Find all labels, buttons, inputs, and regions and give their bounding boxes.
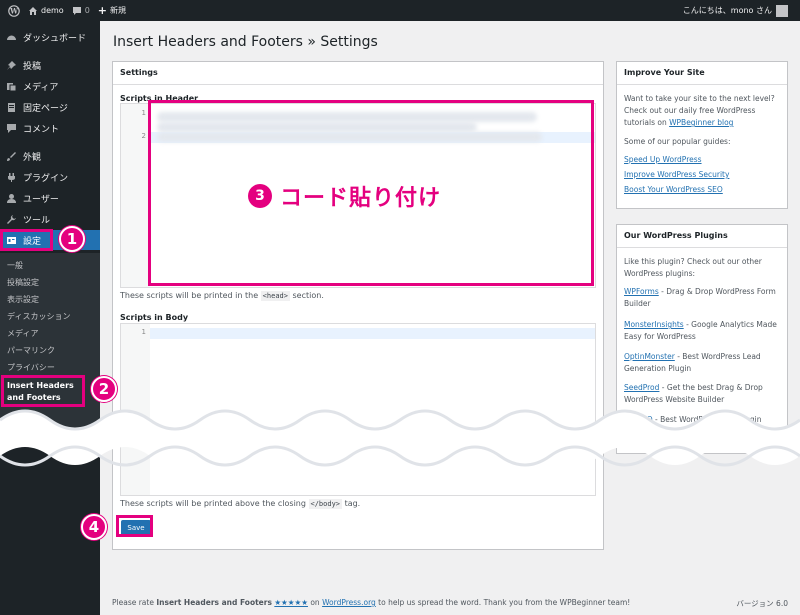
guide-link-security[interactable]: Improve WordPress Security [624, 170, 729, 179]
brush-icon [5, 150, 17, 162]
plugin-link[interactable]: SeedProd [624, 383, 659, 392]
sidebar-item-label: 投稿 [23, 61, 42, 72]
submenu-item-media[interactable]: メディア [7, 328, 38, 339]
plugin-item: WPForms - Drag & Drop WordPress Form Bui… [624, 287, 776, 308]
admin-bar: W demo 0 + 新規 こんにちは、mono さん [0, 0, 800, 21]
plugins-title: Our WordPress Plugins [624, 231, 728, 240]
sidebar-item-label: ダッシュボード [23, 33, 87, 44]
plugin-icon [5, 171, 17, 183]
version-text: バージョン 6.0 [736, 599, 788, 608]
user-icon [5, 192, 17, 204]
new-label: 新規 [110, 6, 126, 15]
sidebar-item-label: 外観 [23, 152, 42, 163]
wordpress-org-link[interactable]: WordPress.org [322, 598, 376, 607]
comment-icon [5, 122, 17, 134]
submenu-item-reading[interactable]: 表示設定 [7, 294, 39, 305]
paste-code-text: コード貼り付け [280, 186, 442, 211]
dashboard-icon [5, 31, 17, 43]
plugin-item: MonsterInsights - Google Analytics Made … [624, 320, 777, 341]
improve-site-panel: Improve Your Site Want to take your site… [616, 61, 788, 209]
page-title: Insert Headers and Footers » Settings [113, 34, 378, 50]
wrench-icon [5, 213, 17, 225]
greeting: こんにちは、mono さん [682, 6, 772, 15]
highlight-settings-menu [0, 229, 53, 251]
line-number-gutter: 1 2 [121, 104, 150, 287]
submenu-item-discussion[interactable]: ディスカッション [7, 311, 70, 322]
guide-link-speed[interactable]: Speed Up WordPress [624, 155, 702, 164]
line-number: 2 [141, 132, 146, 140]
submenu-item-writing[interactable]: 投稿設定 [7, 277, 39, 288]
media-icon [5, 80, 17, 92]
body-scripts-label: Scripts in Body [120, 313, 189, 322]
rating-stars-link[interactable]: ★★★★★ [274, 598, 308, 607]
sidebar-item-tools[interactable]: ツール [0, 209, 100, 229]
sidebar-item-media[interactable]: メディア [0, 76, 100, 96]
sidebar-item-dashboard[interactable]: ダッシュボード [0, 27, 100, 47]
plus-icon: + [97, 4, 107, 17]
submenu-item-general[interactable]: 一般 [7, 260, 23, 271]
site-name-link[interactable]: demo [28, 6, 64, 16]
comments-count: 0 [84, 6, 90, 15]
body-tag-code: </body> [308, 499, 343, 509]
sidebar-item-pages[interactable]: 固定ページ [0, 97, 100, 117]
pin-icon [5, 59, 17, 71]
svg-text:W: W [9, 6, 18, 15]
sidebar-item-posts[interactable]: 投稿 [0, 55, 100, 75]
wordpress-logo-icon[interactable]: W [8, 4, 20, 17]
divider [113, 84, 603, 85]
sidebar-item-label: ユーザー [23, 194, 59, 205]
sidebar-item-users[interactable]: ユーザー [0, 188, 100, 208]
step-badge-1: 1 [59, 226, 85, 252]
head-tag-code: <head> [260, 291, 290, 301]
line-number: 1 [141, 109, 146, 117]
improve-title: Improve Your Site [624, 68, 705, 77]
improve-intro: Want to take your site to the next level… [624, 94, 775, 127]
sidebar-item-label: 固定ページ [23, 103, 68, 114]
plugin-item: OptinMonster - Best WordPress Lead Gener… [624, 352, 761, 373]
settings-title: Settings [120, 68, 158, 77]
submenu-item-permalinks[interactable]: パーマリンク [7, 345, 55, 356]
divider [617, 247, 787, 248]
wpbeginner-blog-link[interactable]: WPBeginner blog [669, 118, 733, 127]
footer-rating-text: Please rate Insert Headers and Footers ★… [112, 598, 631, 607]
sidebar-item-label: プラグイン [23, 173, 69, 184]
line-number: 1 [141, 328, 146, 336]
plugin-link[interactable]: WPForms [624, 287, 659, 296]
guide-link-seo[interactable]: Boost Your WordPress SEO [624, 185, 723, 194]
guides-intro: Some of our popular guides: [624, 137, 731, 146]
header-scripts-help: These scripts will be printed in the <he… [120, 291, 324, 301]
sidebar-item-appearance[interactable]: 外観 [0, 146, 100, 166]
plugin-link[interactable]: MonsterInsights [624, 320, 684, 329]
comment-bubble-icon [72, 6, 81, 15]
site-name: demo [41, 6, 64, 15]
plugins-intro: Like this plugin? Check out our other Wo… [624, 257, 762, 278]
page-icon [5, 101, 17, 113]
step-badge-2: 2 [91, 376, 117, 402]
active-line-highlight [150, 328, 595, 339]
my-account[interactable]: こんにちは、mono さん [683, 0, 788, 21]
sidebar-item-label: コメント [23, 124, 60, 135]
plugin-link[interactable]: OptinMonster [624, 352, 675, 361]
sidebar-item-plugins[interactable]: プラグイン [0, 167, 100, 187]
highlight-submenu-item [1, 375, 85, 407]
avatar [776, 4, 788, 17]
sidebar-item-label: メディア [23, 82, 59, 93]
home-icon [29, 6, 37, 15]
wave-divider [0, 409, 800, 467]
divider [617, 84, 787, 85]
paste-code-label: 3 コード貼り付け [248, 180, 441, 212]
new-content-link[interactable]: + 新規 [98, 4, 126, 17]
sidebar-item-label: ツール [23, 215, 51, 226]
submenu-item-privacy[interactable]: プライバシー [7, 362, 55, 373]
highlight-save-button [116, 515, 153, 537]
body-scripts-help: These scripts will be printed above the … [120, 499, 361, 509]
step-badge-3: 3 [248, 184, 272, 208]
sidebar-item-comments[interactable]: コメント [0, 118, 100, 138]
plugin-name: Insert Headers and Footers [156, 598, 272, 607]
comments-link[interactable]: 0 [72, 6, 90, 16]
step-badge-4: 4 [81, 514, 107, 540]
